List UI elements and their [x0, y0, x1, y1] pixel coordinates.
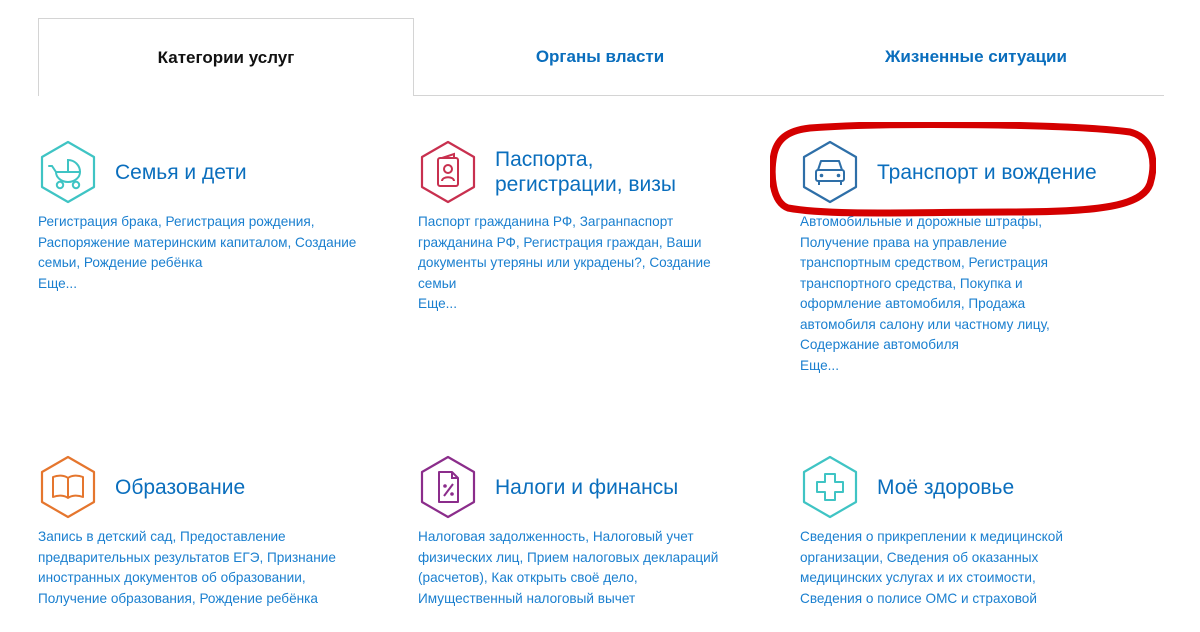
category-tabs: Категории услуг Органы власти Жизненные …: [38, 18, 1164, 96]
tab-authorities[interactable]: Органы власти: [413, 18, 787, 95]
more-link[interactable]: Еще...: [38, 274, 368, 295]
category-title[interactable]: Образование: [115, 475, 245, 500]
category-card-transport: Транспорт и вождение Автомобильные и дор…: [800, 140, 1100, 376]
category-title[interactable]: Транспорт и вождение: [877, 160, 1097, 185]
category-header[interactable]: Транспорт и вождение: [800, 140, 1100, 204]
category-links-text[interactable]: Регистрация брака, Регистрация рождения,…: [38, 214, 356, 270]
more-link[interactable]: Еще...: [418, 294, 748, 315]
category-card-education: Образование Запись в детский сад, Предос…: [38, 455, 368, 609]
category-links[interactable]: Сведения о прикреплении к медицинской ор…: [800, 527, 1100, 609]
category-title[interactable]: Налоги и финансы: [495, 475, 678, 500]
more-link[interactable]: Еще...: [800, 356, 1100, 377]
category-links[interactable]: Налоговая задолженность, Налоговый учет …: [418, 527, 738, 609]
tabs-divider: [413, 95, 1164, 96]
category-header[interactable]: Паспорта, регистрации, визы: [418, 140, 748, 204]
category-header[interactable]: Налоги и финансы: [418, 455, 738, 519]
category-links-text[interactable]: Налоговая задолженность, Налоговый учет …: [418, 529, 718, 606]
book-icon: [40, 455, 96, 519]
car-icon: [802, 140, 858, 204]
category-card-family: Семья и дети Регистрация брака, Регистра…: [38, 140, 368, 294]
tab-life-situations[interactable]: Жизненные ситуации: [788, 18, 1164, 95]
tax-document-icon: [420, 455, 476, 519]
category-links-text[interactable]: Автомобильные и дорожные штрафы, Получен…: [800, 214, 1050, 352]
category-card-health: Моё здоровье Сведения о прикреплении к м…: [800, 455, 1100, 609]
category-links[interactable]: Автомобильные и дорожные штрафы, Получен…: [800, 212, 1100, 376]
category-links[interactable]: Регистрация брака, Регистрация рождения,…: [38, 212, 368, 294]
category-links[interactable]: Запись в детский сад, Предоставление пре…: [38, 527, 368, 609]
category-card-passports: Паспорта, регистрации, визы Паспорт граж…: [418, 140, 748, 315]
category-links-text[interactable]: Паспорт гражданина РФ, Загранпаспорт гра…: [418, 214, 711, 291]
passport-icon: [420, 140, 476, 204]
category-links-text[interactable]: Запись в детский сад, Предоставление пре…: [38, 529, 336, 606]
medical-cross-icon: [802, 455, 858, 519]
category-links[interactable]: Паспорт гражданина РФ, Загранпаспорт гра…: [418, 212, 748, 315]
category-card-taxes: Налоги и финансы Налоговая задолженность…: [418, 455, 738, 609]
category-title[interactable]: Паспорта, регистрации, визы: [495, 147, 676, 197]
category-links-text[interactable]: Сведения о прикреплении к медицинской ор…: [800, 529, 1063, 606]
category-header[interactable]: Семья и дети: [38, 140, 368, 204]
baby-stroller-icon: [40, 140, 96, 204]
tab-service-categories[interactable]: Категории услуг: [38, 18, 414, 96]
category-title[interactable]: Семья и дети: [115, 160, 247, 185]
category-title[interactable]: Моё здоровье: [877, 475, 1014, 500]
category-header[interactable]: Моё здоровье: [800, 455, 1100, 519]
category-header[interactable]: Образование: [38, 455, 368, 519]
